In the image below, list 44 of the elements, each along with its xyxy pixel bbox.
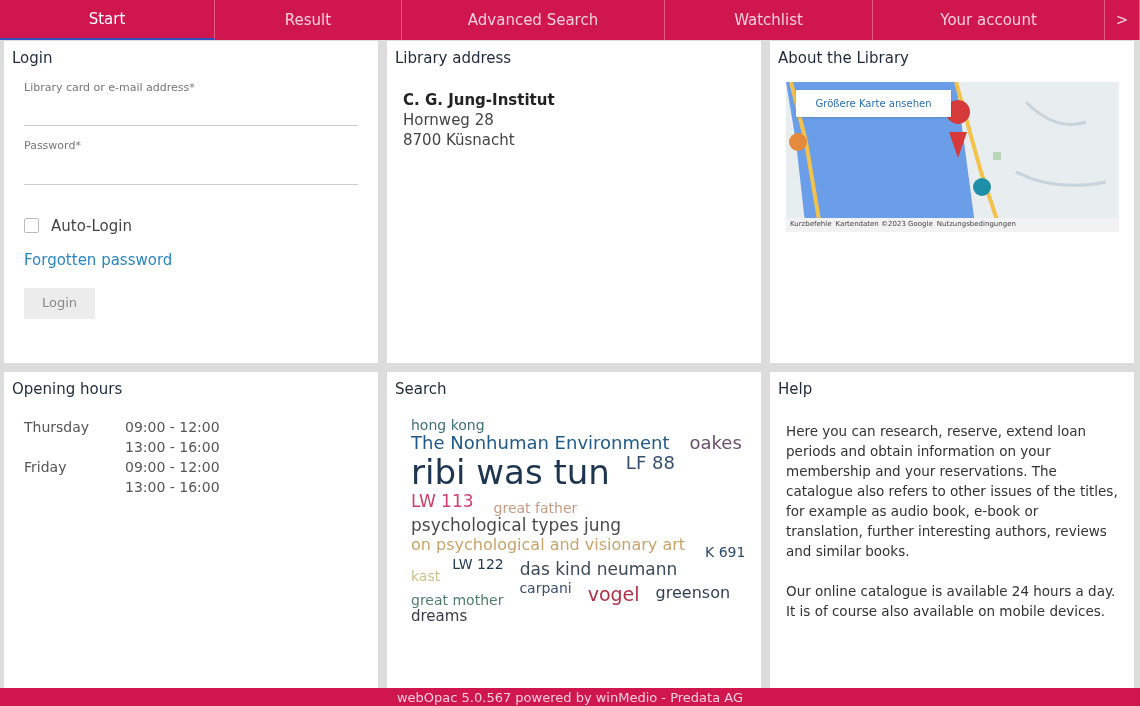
search-tag[interactable]: carpani bbox=[519, 580, 572, 597]
weekday: Friday bbox=[24, 457, 68, 477]
help-paragraph: Here you can research, reserve, extend loan periods and obtain information on your membership and your reservations. The catalogue also refers to other issues of the titles, for example as audio book, e-book or translation, further interesting authors, reviews and similar books. bbox=[786, 421, 1118, 561]
search-tag[interactable]: ribi was tun bbox=[411, 453, 610, 493]
panel-title: Search bbox=[394, 379, 448, 400]
weekday: Thursday bbox=[24, 417, 91, 437]
search-tag[interactable]: psychological types jung bbox=[411, 516, 622, 536]
footer-text: webOpac 5.0.567 powered by winMedio - Predata AG bbox=[397, 690, 743, 704]
time-range: 13:00 - 16:00 bbox=[125, 437, 220, 457]
search-tag[interactable]: greenson bbox=[655, 584, 731, 603]
field-label: Password* bbox=[24, 138, 82, 154]
help-paragraph: Our online catalogue is available 24 hours a day. It is of course also available on mobile devices. bbox=[786, 581, 1117, 621]
search-tag[interactable]: K 691 bbox=[705, 544, 746, 561]
search-tag[interactable]: LF 88 bbox=[625, 453, 675, 474]
search-tag[interactable]: vogel bbox=[587, 584, 640, 607]
panel-title: Opening hours bbox=[11, 379, 124, 400]
checkbox-label: Auto-Login bbox=[51, 215, 132, 237]
search-tag[interactable]: great mother bbox=[411, 592, 504, 609]
search-tag[interactable]: das kind neumann bbox=[519, 560, 678, 580]
panel-title: Help bbox=[777, 379, 814, 400]
address-line: Hornweg 28 bbox=[403, 109, 495, 130]
search-tag[interactable]: hong kong bbox=[411, 416, 485, 433]
panel-title: About the Library bbox=[777, 48, 910, 69]
larger-map-button[interactable]: Größere Karte ansehen bbox=[796, 89, 951, 117]
time-range: 09:00 - 12:00 bbox=[125, 417, 220, 437]
panel-title: Library address bbox=[394, 48, 513, 69]
nav-tab[interactable]: Watchlist bbox=[665, 0, 873, 40]
field-label: Library card or e-mail address* bbox=[24, 79, 196, 96]
panel-title: Login bbox=[11, 48, 54, 69]
forgot-password-link[interactable]: Forgotten password bbox=[24, 249, 358, 272]
address-line: 8700 Küsnacht bbox=[403, 129, 516, 150]
search-tag[interactable]: dreams bbox=[411, 608, 468, 626]
search-tag[interactable]: The Nonhuman Environment bbox=[411, 432, 670, 454]
time-range: 13:00 - 16:00 bbox=[125, 477, 220, 497]
search-tag[interactable]: oakes bbox=[689, 432, 742, 454]
search-tag[interactable]: LW 122 bbox=[452, 556, 504, 573]
nav-tab[interactable]: Result bbox=[215, 0, 402, 40]
nav-tab[interactable]: > bbox=[1105, 0, 1140, 40]
search-tag[interactable]: LW 113 bbox=[411, 492, 474, 512]
time-range: 09:00 - 12:00 bbox=[125, 457, 220, 477]
library-name: C. G. Jung-Institut bbox=[403, 89, 556, 110]
checkbox[interactable] bbox=[24, 218, 39, 234]
nav-tab[interactable]: Advanced Search bbox=[402, 0, 665, 40]
nav-tab[interactable]: Your account bbox=[873, 0, 1105, 40]
